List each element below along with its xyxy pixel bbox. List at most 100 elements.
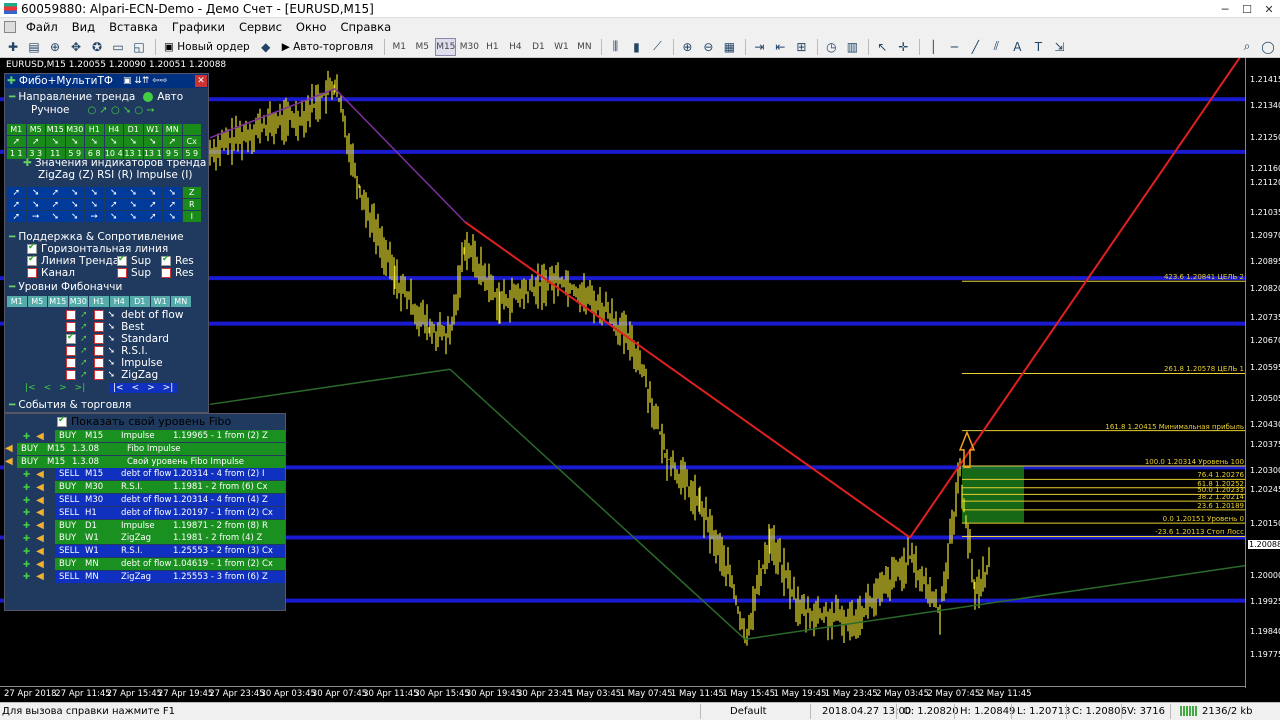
alert-bell-icon[interactable]: ◀	[36, 495, 44, 506]
fibo-down-arrow-icon[interactable]: ➘	[108, 346, 116, 356]
fibo-tf-m15[interactable]: M15	[48, 296, 68, 307]
horizontal-line-checkbox[interactable]	[27, 242, 37, 254]
fibo-up-arrow-icon[interactable]: ➚	[80, 358, 88, 368]
event-add-icon[interactable]: ✚	[23, 432, 30, 442]
tester-icon[interactable]: ◱	[130, 38, 148, 56]
channel-icon[interactable]: ⫽	[987, 38, 1005, 56]
market-watch-icon[interactable]: ⊕	[46, 38, 64, 56]
fibo-up-arrow-icon[interactable]: ➚	[80, 310, 88, 320]
close-button[interactable]: ✕	[1258, 0, 1280, 18]
fibo-item-row[interactable]: ➚ ➘ debt of flow	[66, 309, 183, 321]
event-row[interactable]: ◀ BUY M15 1.3.08 Свой уровень Fibo Impulse	[5, 455, 285, 468]
trendline-icon[interactable]: ╱	[966, 38, 984, 56]
fibo-down-arrow-icon[interactable]: ➘	[108, 358, 116, 368]
fibo-item-checkbox-2[interactable]	[93, 310, 104, 320]
event-row[interactable]: ✚ ◀ SELL M15 debt of flow 1.20314 - 4 from (2…	[23, 468, 285, 481]
event-add-icon[interactable]: ✚	[23, 508, 30, 518]
event-add-icon[interactable]: ✚	[23, 483, 30, 493]
event-add-icon[interactable]: ✚	[23, 572, 30, 582]
fibo-item-checkbox[interactable]	[66, 310, 76, 320]
maximize-button[interactable]: ☐	[1236, 0, 1258, 18]
tf-trend-arrow-icon[interactable]: ➚	[163, 136, 182, 147]
search-icon[interactable]: ⌕	[1238, 38, 1256, 56]
fibo-tf-d1[interactable]: D1	[130, 296, 150, 307]
tf-header-mn[interactable]: MN	[163, 124, 182, 135]
close-all-button[interactable]: Cx	[182, 136, 201, 147]
cursor-icon[interactable]: ↖	[873, 38, 891, 56]
fibo-item-checkbox-2[interactable]	[93, 322, 104, 332]
terminal-icon[interactable]: ▭	[109, 38, 127, 56]
menu-view[interactable]: Вид	[65, 20, 102, 34]
tf-w1[interactable]: W1	[551, 38, 571, 56]
tf-trend-arrow-icon[interactable]: ➘	[124, 136, 143, 147]
nav2-first-button[interactable]: |<	[113, 383, 124, 393]
tf-m5[interactable]: M5	[412, 38, 432, 56]
tf-header-m5[interactable]: M5	[26, 124, 45, 135]
tf-m1[interactable]: M1	[389, 38, 409, 56]
event-add-icon[interactable]: ✚	[23, 560, 30, 570]
fibo-item-row[interactable]: ➚ ➘ Standard	[66, 332, 169, 345]
document-icon[interactable]	[4, 21, 16, 33]
fibo-item-checkbox[interactable]	[66, 322, 76, 332]
menu-window[interactable]: Окно	[289, 20, 334, 34]
fibo-item-row[interactable]: ➚ ➘ ZigZag	[66, 369, 158, 381]
menu-file[interactable]: Файл	[19, 20, 65, 34]
alert-bell-icon[interactable]: ◀	[36, 482, 44, 493]
event-row[interactable]: ✚ ◀ BUY M30 R.S.I. 1.1981 - 2 from (6) Cx	[23, 481, 285, 494]
tile-icon[interactable]: ▦	[720, 38, 738, 56]
fibo-down-arrow-icon[interactable]: ➘	[108, 310, 116, 320]
nav2-next-button[interactable]: >	[147, 383, 155, 393]
fibo-up-arrow-icon[interactable]: ➚	[80, 346, 88, 356]
zoom-in-icon[interactable]: ⊕	[678, 38, 696, 56]
trend-res-checkbox[interactable]	[161, 254, 171, 266]
tf-trend-arrow-icon[interactable]: ➘	[143, 136, 162, 147]
event-row[interactable]: ◀ BUY M15 1.3.08 Fibo Impulse	[5, 442, 285, 455]
tf-header-m1[interactable]: M1	[7, 124, 26, 135]
tf-h1[interactable]: H1	[482, 38, 502, 56]
vertical-line-icon[interactable]: │	[924, 38, 942, 56]
autoscroll-icon[interactable]: ⇥	[750, 38, 768, 56]
fibo-item-checkbox[interactable]	[66, 358, 76, 368]
tf-trend-arrow-icon[interactable]: ➘	[65, 136, 84, 147]
channel-res-checkbox[interactable]	[161, 268, 171, 278]
event-add-icon[interactable]: ✚	[23, 496, 30, 506]
event-row[interactable]: ✚ ◀ BUY MN debt of flow 1.04619 - 1 from (2) …	[23, 558, 285, 570]
minimize-button[interactable]: ─	[1214, 0, 1236, 18]
fibo-item-row[interactable]: ➚ ➘ R.S.I.	[66, 345, 148, 357]
fibo-item-checkbox-2[interactable]	[93, 358, 104, 368]
auto-trading-button[interactable]: ▶ Авто-торговля	[278, 38, 377, 56]
profiles-icon[interactable]: ▤	[25, 38, 43, 56]
chart-shift-icon[interactable]: ⇤	[771, 38, 789, 56]
candles-icon[interactable]: ▮	[627, 38, 645, 56]
periods-icon[interactable]: ◷	[822, 38, 840, 56]
event-add-icon[interactable]: ✚	[23, 470, 30, 480]
tf-d1[interactable]: D1	[528, 38, 548, 56]
fibo-tf-h1[interactable]: H1	[89, 296, 109, 307]
tf-m30[interactable]: M30	[459, 38, 479, 56]
fibo-tf-mn[interactable]: MN	[171, 296, 191, 307]
templates-icon[interactable]: ▥	[843, 38, 861, 56]
auto-radio[interactable]	[143, 92, 154, 102]
event-add-icon[interactable]: ✚	[23, 547, 30, 557]
bar-chart-icon[interactable]: ⫼	[606, 38, 624, 56]
tf-h4[interactable]: H4	[505, 38, 525, 56]
navigator-icon[interactable]: ✪	[88, 38, 106, 56]
event-row[interactable]: ✚ ◀ SELL M30 debt of flow 1.20314 - 4 from (4…	[23, 494, 285, 506]
menu-tools[interactable]: Сервис	[232, 20, 289, 34]
fibo-item-checkbox[interactable]	[66, 346, 76, 356]
fibo-tf-h4[interactable]: H4	[109, 296, 129, 307]
panel-nav-icons[interactable]: ▣ ⇊⇈ ⇦⇨	[123, 76, 167, 86]
event-row[interactable]: ✚ ◀ SELL H1 debt of flow 1.20197 - 1 from (2)…	[23, 506, 285, 519]
tf-header-m15[interactable]: M15	[46, 124, 65, 135]
nav2-prev-button[interactable]: <	[132, 383, 140, 393]
trend-line-row[interactable]: Линия Тренда Sup Res	[27, 254, 194, 267]
fibo-tf-w1[interactable]: W1	[150, 296, 170, 307]
alert-bell-icon[interactable]: ◀	[36, 546, 44, 557]
label-icon[interactable]: T	[1029, 38, 1047, 56]
tf-header-h1[interactable]: H1	[85, 124, 104, 135]
fibo-tf-m1[interactable]: M1	[7, 296, 27, 307]
fibo-up-arrow-icon[interactable]: ➚	[80, 334, 88, 344]
tf-trend-arrow-icon[interactable]: ➘	[104, 136, 123, 147]
horizontal-line-row[interactable]: Горизонтальная линия	[27, 242, 168, 255]
tf-trend-arrow-icon[interactable]: ➘	[85, 136, 104, 147]
